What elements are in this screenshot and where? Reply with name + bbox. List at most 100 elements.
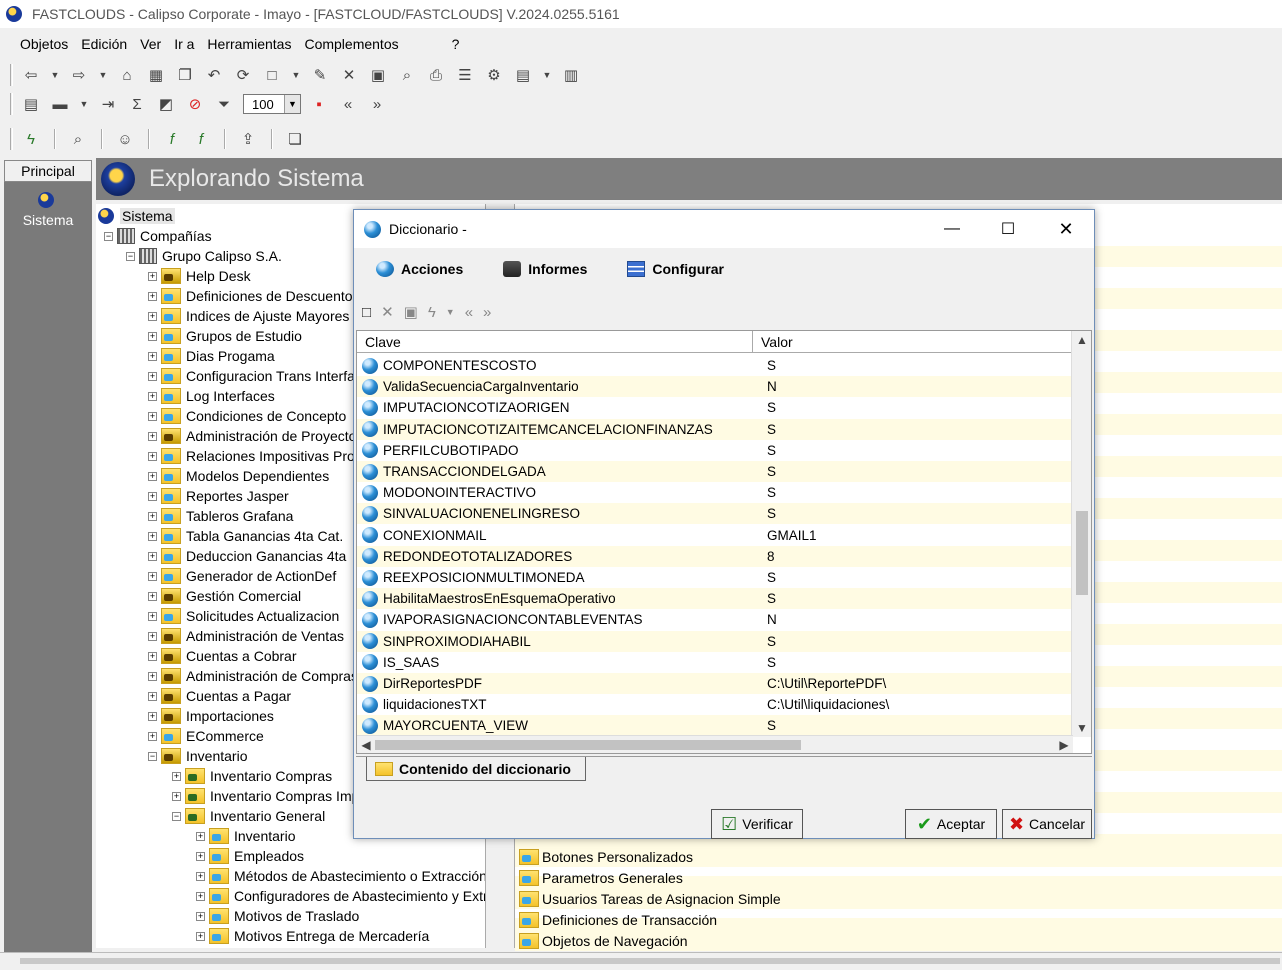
expand-icon[interactable]: + (148, 291, 157, 301)
table-row[interactable]: IMPUTACIONCOTIZAORIGEN S (357, 397, 1071, 418)
expand-icon[interactable]: + (148, 371, 157, 381)
cancelar-button[interactable]: ✖ Cancelar (1002, 809, 1092, 839)
lightning-icon[interactable]: ϟ (428, 304, 436, 321)
expand-icon[interactable]: + (148, 551, 157, 561)
expand-icon[interactable]: + (148, 511, 157, 521)
expand-icon[interactable]: + (196, 891, 205, 901)
tree-node[interactable]: + Tableros Grafana (148, 506, 293, 526)
maximize-button[interactable]: ☐ (984, 210, 1032, 248)
tree-node[interactable]: + Cuentas a Pagar (148, 686, 291, 706)
expand-icon[interactable]: + (196, 831, 205, 841)
horizontal-scrollbar[interactable]: ◀ ▶ (357, 735, 1073, 753)
table-row[interactable]: CONEXIONMAIL GMAIL1 (357, 525, 1071, 546)
expand-icon[interactable]: + (148, 651, 157, 661)
scroll-up-icon[interactable]: ▲ (1072, 331, 1091, 349)
tree-node[interactable]: + Dias Progama (148, 346, 275, 366)
tree-node[interactable]: + Generador de ActionDef (148, 566, 336, 586)
expand-icon[interactable]: + (148, 431, 157, 441)
table-row[interactable]: IMPUTACIONCOTIZAITEMCANCELACIONFINANZAS S (357, 418, 1071, 440)
tree-node[interactable]: + Indices de Ajuste Mayores (148, 306, 349, 326)
chart-icon[interactable]: ◩ (156, 94, 176, 114)
table-row[interactable]: IS_SAAS S (357, 652, 1071, 673)
tree-node[interactable]: + Administración de Compras (148, 666, 358, 686)
expand-icon[interactable]: + (148, 531, 157, 541)
table-row[interactable]: TRANSACCIONDELGADA S (357, 461, 1071, 482)
expand-icon[interactable]: + (148, 331, 157, 341)
tree-node[interactable]: + Grupos de Estudio (148, 326, 302, 346)
table-row[interactable]: liquidacionesTXT C:\Util\liquidaciones\ (357, 694, 1071, 715)
tree-node-companies[interactable]: − Compañías (104, 226, 212, 246)
expand-icon[interactable]: + (196, 851, 205, 861)
expand-icon[interactable]: + (148, 611, 157, 621)
table-row[interactable]: COMPONENTESCOSTO S (357, 355, 1071, 376)
list-item[interactable]: Usuarios Tareas de Asignacion Simple (515, 888, 1282, 909)
menu-ir-a[interactable]: Ir a (174, 36, 194, 52)
column-header-key[interactable]: Clave (357, 331, 753, 353)
tree-node-general[interactable]: + Inventario (196, 826, 295, 846)
binoculars-icon[interactable]: ⌕ (397, 65, 417, 85)
tree-node[interactable]: + Administración de Ventas (148, 626, 344, 646)
save-icon[interactable]: ▣ (368, 65, 388, 85)
stamp-dropdown-icon[interactable]: ▼ (79, 94, 89, 114)
search-doc-icon[interactable]: ⌕ (68, 129, 88, 149)
vertical-scrollbar[interactable]: ▲ ▼ (1071, 331, 1091, 737)
expand-icon[interactable]: + (172, 771, 181, 781)
save-icon[interactable]: ▣ (404, 303, 418, 321)
back-dropdown-icon[interactable]: ▼ (50, 65, 60, 85)
scroll-left-icon[interactable]: ◀ (357, 736, 375, 753)
tree-node-inventory[interactable]: − Inventario General (172, 806, 325, 826)
tree-node[interactable]: + Solicitudes Actualizacion (148, 606, 339, 626)
first-icon[interactable]: « (338, 94, 358, 114)
sistema-globe-icon[interactable] (38, 192, 54, 208)
list-item[interactable]: Parametros Generales (515, 867, 1282, 888)
lightning-dropdown-icon[interactable]: ▼ (446, 307, 455, 317)
tree-node[interactable]: + Log Interfaces (148, 386, 275, 406)
tree-node[interactable]: + Gestión Comercial (148, 586, 301, 606)
tree-node-group[interactable]: − Grupo Calipso S.A. (126, 246, 282, 266)
tree-node-general[interactable]: + Motivos de Traslado (196, 906, 359, 926)
menu-edicion[interactable]: Edición (81, 36, 127, 52)
tree-node[interactable]: + Configuracion Trans Interfaz (148, 366, 362, 386)
list-item[interactable]: Botones Personalizados (515, 846, 1282, 867)
table-row[interactable]: DirReportesPDF C:\Util\ReportePDF\ (357, 673, 1071, 694)
list-item[interactable]: Definiciones de Transacción (515, 909, 1282, 930)
column-header-value[interactable]: Valor (753, 331, 793, 353)
expand-icon[interactable]: + (148, 711, 157, 721)
expand-icon[interactable]: + (148, 731, 157, 741)
table-row[interactable]: MAYORCUENTA_VIEW S (357, 715, 1071, 737)
previous-icon[interactable]: « (465, 304, 473, 321)
verificar-button[interactable]: ☑ Verificar (711, 809, 803, 839)
expand-icon[interactable]: + (196, 931, 205, 941)
forward-dropdown-icon[interactable]: ▼ (98, 65, 108, 85)
next-icon[interactable]: » (483, 304, 491, 321)
expand-icon[interactable]: + (148, 451, 157, 461)
upload-icon[interactable]: ⇪ (238, 129, 258, 149)
columns-icon[interactable]: ▥ (561, 65, 581, 85)
forward-icon[interactable]: ⇨ (69, 65, 89, 85)
tree-node[interactable]: + Help Desk (148, 266, 251, 286)
expand-icon[interactable]: + (148, 671, 157, 681)
menu-configurar[interactable]: Configurar (627, 261, 724, 277)
expand-icon[interactable]: + (148, 571, 157, 581)
minimize-button[interactable]: — (928, 210, 976, 248)
expand-icon[interactable]: + (148, 351, 157, 361)
menu-objetos[interactable]: Objetos (20, 36, 68, 52)
tree-node-general[interactable]: + Motivos Entrega de Mercadería (196, 926, 429, 946)
funnel-icon[interactable]: ⏷ (214, 94, 234, 114)
stamp-icon[interactable]: ▬ (50, 94, 70, 114)
close-button[interactable]: ✕ (1042, 210, 1090, 248)
menu-acciones[interactable]: Acciones (376, 261, 463, 277)
new-icon[interactable]: □ (362, 304, 371, 321)
fx-alt-icon[interactable]: f (191, 129, 211, 149)
table-row[interactable]: REEXPOSICIONMULTIMONEDA S (357, 567, 1071, 588)
expand-icon[interactable]: + (148, 471, 157, 481)
tree-node[interactable]: + Reportes Jasper (148, 486, 289, 506)
delete-icon[interactable]: ✕ (381, 303, 394, 321)
scroll-down-icon[interactable]: ▼ (1072, 719, 1091, 737)
table-row[interactable]: IVAPORASIGNACIONCONTABLEVENTAS N (357, 609, 1071, 630)
menu-informes[interactable]: Informes (503, 261, 587, 277)
tab-contenido[interactable]: Contenido del diccionario (366, 757, 586, 781)
export-icon[interactable]: ⇥ (98, 94, 118, 114)
expand-icon[interactable]: + (148, 271, 157, 281)
list-item[interactable]: Objetos de Navegación (515, 930, 1282, 951)
